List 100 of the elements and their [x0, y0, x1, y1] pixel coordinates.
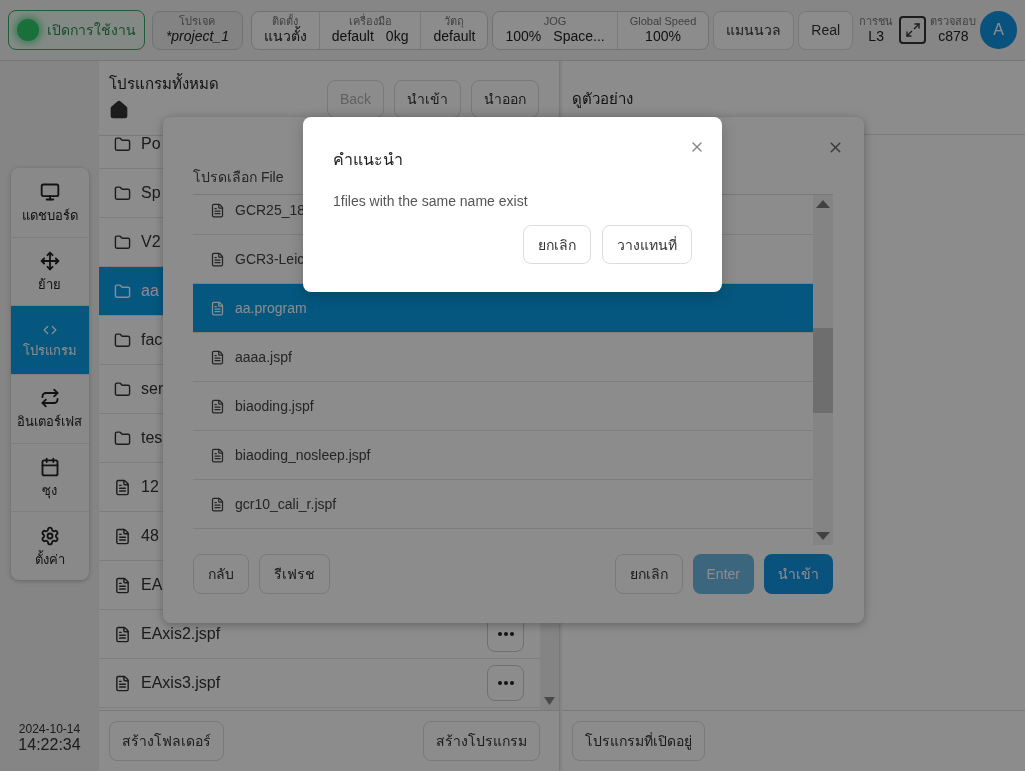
program-name: Po [141, 136, 161, 154]
scrollbar[interactable] [813, 195, 833, 545]
file-icon [114, 527, 131, 545]
more-button[interactable] [487, 665, 524, 701]
group-value: Space... [553, 28, 605, 45]
create-folder-button[interactable]: สร้างโฟลเดอร์ [109, 721, 224, 761]
nav-item[interactable]: แดชบอร์ด [10, 168, 89, 237]
speed-panel[interactable]: JOG 100% Space... Global Speed 100% [492, 10, 710, 50]
alert-message: 1files with the same name exist [333, 192, 529, 211]
file-icon [210, 398, 225, 414]
file-name: biaoding.jspf [235, 397, 314, 416]
file-name: GCR25_18 [235, 201, 306, 220]
scroll-down-icon [815, 531, 831, 541]
folder-icon [114, 184, 131, 202]
scroll-up-icon [815, 199, 831, 209]
group-value: 100% [645, 28, 681, 45]
file-icon [210, 202, 225, 218]
file-icon [210, 300, 225, 316]
file-icon [210, 251, 225, 267]
install-panel[interactable]: ติดตั้ง แนวตั้ง เครื่องมือ default 0kg วัตถุ default [250, 10, 489, 50]
program-name: tes [141, 428, 163, 448]
dialog-button[interactable]: ยกเลิก [614, 554, 683, 594]
nav-item[interactable]: ซุง [10, 442, 89, 512]
program-name: V2 [141, 232, 161, 252]
dialog-title: โปรดเลือก File [193, 168, 285, 187]
file-icon [114, 625, 131, 643]
file-name: biaoding_nosleep.jspf [235, 446, 371, 465]
project-name: *project_1 [165, 28, 229, 45]
fullscreen-icon[interactable] [899, 16, 927, 44]
file-icon [114, 478, 131, 496]
folder-icon [114, 282, 131, 300]
swap-arrows-icon [39, 388, 60, 409]
folder-icon [114, 380, 131, 398]
dialog-button[interactable]: กลับ [193, 554, 249, 594]
more-icon [497, 632, 514, 636]
folder-icon [114, 429, 131, 447]
file-icon [210, 447, 225, 463]
folder-icon [114, 233, 131, 251]
more-icon [497, 681, 514, 685]
file-name: gcr10_cali_r.jspf [235, 495, 337, 514]
dialog-button[interactable]: รีเฟรช [259, 554, 330, 594]
status-light-icon [17, 19, 39, 41]
real-button[interactable]: Real [798, 10, 854, 50]
file-name: aaaa.jspf [235, 348, 292, 367]
nav-item[interactable]: อินเตอร์เฟส [10, 374, 89, 443]
group-label: ติดตั้ง [272, 15, 299, 27]
program-name: EA [141, 575, 163, 595]
project-box[interactable]: โปรเจค *project_1 [152, 10, 243, 50]
file-row[interactable]: gcr10_cali_r.jspf [193, 480, 813, 529]
program-name: Sp [141, 183, 161, 203]
scroll-thumb[interactable] [813, 327, 833, 413]
time-text: 14:22:34 [18, 736, 81, 754]
group-value: 100% [505, 28, 542, 45]
toolbar-button[interactable]: นำออก [471, 80, 539, 118]
group-value: default [433, 28, 476, 45]
file-row[interactable]: biaoding.jspf [193, 382, 813, 431]
alert-button[interactable]: ยกเลิก [523, 225, 591, 264]
alert-title: คำแนะนำ [333, 150, 404, 170]
open-programs-button[interactable]: โปรแกรมที่เปิดอยู่ [572, 721, 705, 761]
program-row[interactable]: EAxis3.jspf [99, 659, 540, 708]
settings-icon [39, 525, 60, 546]
date-text: 2024-10-14 [18, 722, 81, 736]
program-name: 48 [141, 526, 159, 546]
folder-icon [114, 136, 131, 153]
alert-button[interactable]: วางแทนที่ [602, 225, 692, 264]
group-value: แนวตั้ง [263, 28, 307, 45]
program-name: ser [141, 379, 164, 399]
file-icon [114, 576, 131, 594]
group-value: default [331, 28, 374, 45]
check-label: ตรวจสอบ [930, 15, 977, 28]
file-name: aa.program [235, 299, 307, 318]
group-label: วัตถุ [444, 15, 465, 28]
file-row[interactable]: biaoding_nosleep.jspf [193, 431, 813, 480]
group-label: Global Speed [629, 15, 697, 28]
file-icon [114, 674, 131, 692]
nav-item[interactable]: ตั้งค่า [10, 511, 89, 581]
folder-icon [114, 331, 131, 349]
file-row[interactable]: aaaa.jspf [193, 333, 813, 382]
file-name: GCR3-Leic [235, 250, 305, 269]
toolbar-button[interactable]: นำเข้า [394, 80, 461, 118]
panel-title: โปรแกรมทั้งหมด [109, 73, 219, 94]
home-icon [109, 99, 129, 120]
start-button[interactable]: เปิดการใช้งาน [8, 10, 145, 50]
monitor-icon [39, 181, 60, 202]
group-label: JOG [543, 15, 567, 28]
group-label: เครื่องมือ [348, 15, 392, 28]
calendar-icon [39, 457, 60, 478]
program-name: fac [141, 330, 163, 350]
collision-level: L3 [868, 28, 884, 45]
program-name: 12 [141, 477, 159, 497]
program-name: EAxis3.jspf [141, 673, 221, 693]
mode-button[interactable]: แมนนวล [713, 10, 795, 50]
file-icon [210, 349, 225, 365]
program-name: EAxis2.jspf [141, 624, 221, 644]
file-icon [210, 496, 225, 512]
group-value: 0kg [385, 28, 409, 45]
program-name: aa [141, 281, 159, 301]
move-arrows-icon [39, 251, 60, 272]
create-program-button[interactable]: สร้างโปรแกรม [423, 721, 540, 761]
collision-label: การชน [859, 15, 894, 28]
